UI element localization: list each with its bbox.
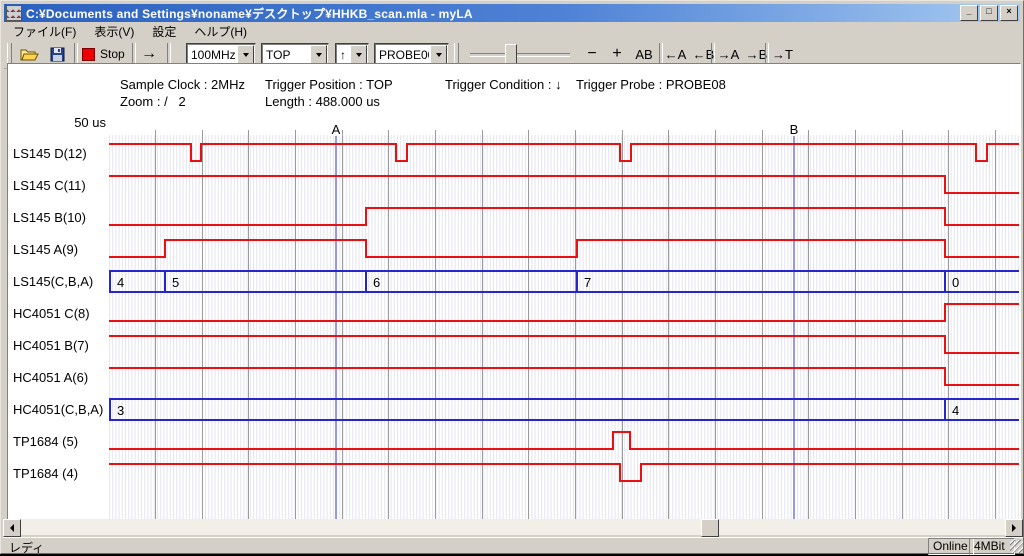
waveform-client-area: Sample Clock : 2MHz Trigger Position : T…	[7, 63, 1021, 520]
svg-text:0: 0	[952, 275, 959, 290]
floppy-disk-icon	[50, 47, 65, 62]
toolbar-separator	[167, 43, 171, 65]
menu-help[interactable]: ヘルプ(H)	[185, 22, 256, 41]
svg-text:4: 4	[952, 403, 959, 418]
toolbar-grip[interactable]	[454, 43, 459, 65]
channel-label: LS145(C,B,A)	[13, 274, 107, 290]
chevron-down-icon[interactable]	[237, 45, 254, 64]
trigger-condition-value: ↑	[336, 48, 349, 62]
svg-text:B: B	[790, 122, 799, 137]
close-button[interactable]: ×	[1000, 5, 1018, 21]
move-to-a-button[interactable]: ←A	[662, 43, 689, 65]
info-sample-clock: Sample Clock : 2MHz	[120, 77, 245, 92]
chevron-down-icon[interactable]	[350, 45, 367, 64]
zoom-slider[interactable]	[470, 43, 570, 65]
chevron-down-icon[interactable]	[430, 45, 447, 64]
maximize-button[interactable]: □	[980, 5, 998, 21]
channel-label: TP1684 (5)	[13, 434, 107, 450]
info-length: Length : 488.000 us	[265, 94, 380, 109]
info-trigger-position: Trigger Position : TOP	[265, 77, 393, 92]
minimize-button[interactable]: _	[960, 5, 978, 21]
scrollbar-thumb[interactable]	[701, 519, 719, 537]
zoom-out-button[interactable]: −	[580, 43, 604, 65]
status-online-badge: Online	[928, 538, 974, 555]
toolbar-grip[interactable]	[7, 43, 12, 65]
channel-label: HC4051(C,B,A)	[13, 402, 107, 418]
trigger-position-value: TOP	[262, 48, 309, 62]
chevron-down-icon[interactable]	[310, 45, 327, 64]
title-bar[interactable]: C:¥Documents and Settings¥noname¥デスクトップ¥…	[4, 4, 1020, 22]
stop-label: Stop	[100, 47, 125, 61]
open-file-button[interactable]	[16, 43, 42, 65]
info-zoom: Zoom : / 2	[120, 94, 186, 109]
set-a-button[interactable]: →A	[715, 43, 742, 65]
scroll-right-button[interactable]	[1005, 519, 1023, 537]
menu-file[interactable]: ファイル(F)	[4, 22, 85, 41]
channel-label: HC4051 B(7)	[13, 338, 107, 354]
stop-icon	[82, 48, 95, 61]
scroll-right-icon	[1012, 524, 1016, 532]
channel-label: LS145 A(9)	[13, 242, 107, 258]
svg-text:3: 3	[117, 403, 124, 418]
cursor-ab-button[interactable]: AB	[631, 43, 657, 65]
scroll-left-icon	[10, 524, 14, 532]
open-folder-icon	[20, 47, 39, 62]
channel-label: HC4051 C(8)	[13, 306, 107, 322]
app-window: C:¥Documents and Settings¥noname¥デスクトップ¥…	[0, 0, 1024, 554]
goto-trigger-button[interactable]: →T	[769, 43, 796, 65]
svg-text:6: 6	[373, 275, 380, 290]
timebase-label: 50 us	[58, 115, 106, 130]
info-trigger-condition: Trigger Condition : ↓	[445, 77, 562, 92]
waveform-canvas[interactable]: A B 4 5 6 7 0 3 4	[109, 116, 1019, 519]
channel-label: TP1684 (4)	[13, 466, 107, 482]
save-file-button[interactable]	[44, 43, 70, 65]
channel-label: HC4051 A(6)	[13, 370, 107, 386]
status-ready-text: レディ	[9, 539, 44, 556]
toolbar-separator	[74, 43, 78, 65]
menu-view[interactable]: 表示(V)	[85, 22, 143, 41]
status-memory-badge: 4MBit	[969, 538, 1015, 555]
status-bar: レディ Online 4MBit	[3, 537, 1023, 554]
scroll-left-button[interactable]	[3, 519, 21, 537]
horizontal-scrollbar[interactable]	[3, 519, 1023, 535]
zoom-in-button[interactable]: +	[605, 43, 629, 65]
svg-text:A: A	[332, 122, 341, 137]
menu-settings[interactable]: 設定	[143, 22, 185, 41]
resize-grip-icon[interactable]	[1010, 540, 1023, 553]
window-title: C:¥Documents and Settings¥noname¥デスクトップ¥…	[26, 5, 958, 22]
channel-label: LS145 D(12)	[13, 146, 107, 162]
menu-bar: ファイル(F) 表示(V) 設定 ヘルプ(H)	[4, 23, 1020, 39]
trigger-probe-value: PROBE00	[375, 48, 429, 62]
stop-button[interactable]: Stop	[82, 43, 125, 65]
channel-label: LS145 B(10)	[13, 210, 107, 226]
app-icon[interactable]	[6, 5, 22, 21]
svg-text:5: 5	[172, 275, 179, 290]
minor-grid	[109, 135, 1019, 519]
run-button[interactable]: →	[136, 43, 162, 65]
channel-label: LS145 C(11)	[13, 178, 107, 194]
info-trigger-probe: Trigger Probe : PROBE08	[576, 77, 726, 92]
svg-text:4: 4	[117, 275, 124, 290]
slider-track	[470, 53, 570, 57]
svg-text:7: 7	[584, 275, 591, 290]
sample-clock-value: 100MHz	[187, 48, 236, 62]
